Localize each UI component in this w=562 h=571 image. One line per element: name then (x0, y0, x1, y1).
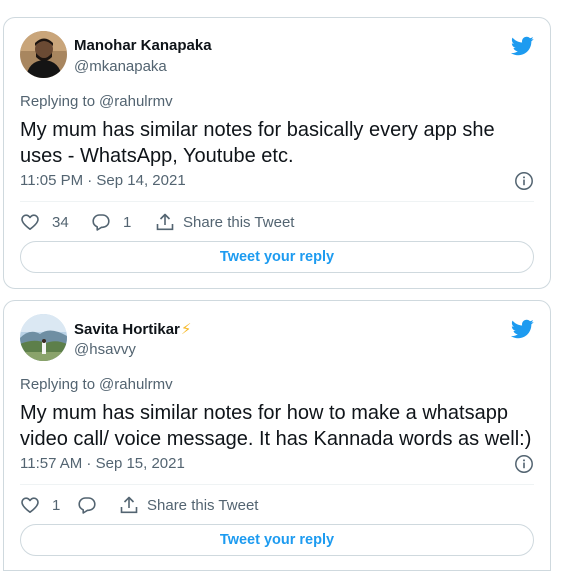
share-label: Share this Tweet (183, 213, 295, 231)
replying-to-line: Replying to @rahulrmv (20, 93, 173, 110)
display-name-text: Savita Hortikar (74, 321, 180, 338)
reply-bubble-icon (77, 495, 97, 515)
share-icon (119, 495, 139, 515)
tweet-text: My mum has similar notes for how to make… (20, 402, 532, 450)
tweet-card: Manohar Kanapaka @mkanapaka Replying to @… (3, 17, 551, 289)
heart-icon (20, 212, 40, 232)
tweet-actions: 34 1 Share this Tweet (20, 211, 294, 233)
display-name[interactable]: Manohar Kanapaka (74, 37, 212, 54)
replying-to-prefix: Replying to (20, 93, 96, 110)
replying-to-mention[interactable]: @rahulrmv (99, 93, 173, 110)
like-count: 1 (52, 496, 61, 514)
tweet-your-reply-button[interactable]: Tweet your reply (20, 241, 534, 273)
reply-bubble-icon (91, 212, 111, 232)
share-icon (155, 212, 175, 232)
info-icon[interactable] (514, 171, 534, 191)
reply-button[interactable]: 1 (91, 212, 155, 232)
user-handle[interactable]: @mkanapaka (74, 58, 167, 75)
like-button[interactable]: 1 (20, 495, 77, 515)
replying-to-prefix: Replying to (20, 376, 96, 393)
avatar[interactable] (20, 314, 67, 361)
info-icon[interactable] (514, 454, 534, 474)
tweet-card: Savita Hortikar⚡ @hsavvy Replying to @rah… (3, 300, 551, 571)
tweet-text: My mum has similar notes for basically e… (20, 119, 495, 167)
divider (20, 201, 534, 202)
twitter-bird-icon[interactable] (510, 34, 534, 58)
twitter-bird-icon[interactable] (510, 317, 534, 341)
like-button[interactable]: 34 (20, 212, 91, 232)
replying-to-mention[interactable]: @rahulrmv (99, 376, 173, 393)
share-button[interactable]: Share this Tweet (119, 495, 258, 515)
reply-count: 1 (123, 213, 132, 231)
display-name-text: Manohar Kanapaka (74, 37, 212, 54)
tweet-timestamp[interactable]: 11:57 AM · Sep 15, 2021 (20, 455, 185, 472)
display-name[interactable]: Savita Hortikar⚡ (74, 320, 191, 338)
reply-button[interactable] (77, 495, 119, 515)
user-handle[interactable]: @hsavvy (74, 341, 136, 358)
avatar[interactable] (20, 31, 67, 78)
replying-to-line: Replying to @rahulrmv (20, 376, 173, 393)
like-count: 34 (52, 213, 69, 231)
divider (20, 484, 534, 485)
lightning-badge-icon: ⚡ (180, 321, 192, 338)
heart-icon (20, 495, 40, 515)
tweet-actions: 1 Share this Tweet (20, 494, 258, 516)
tweet-timestamp[interactable]: 11:05 PM · Sep 14, 2021 (20, 172, 186, 189)
share-button[interactable]: Share this Tweet (155, 212, 294, 232)
share-label: Share this Tweet (147, 496, 259, 514)
tweet-your-reply-button[interactable]: Tweet your reply (20, 524, 534, 556)
